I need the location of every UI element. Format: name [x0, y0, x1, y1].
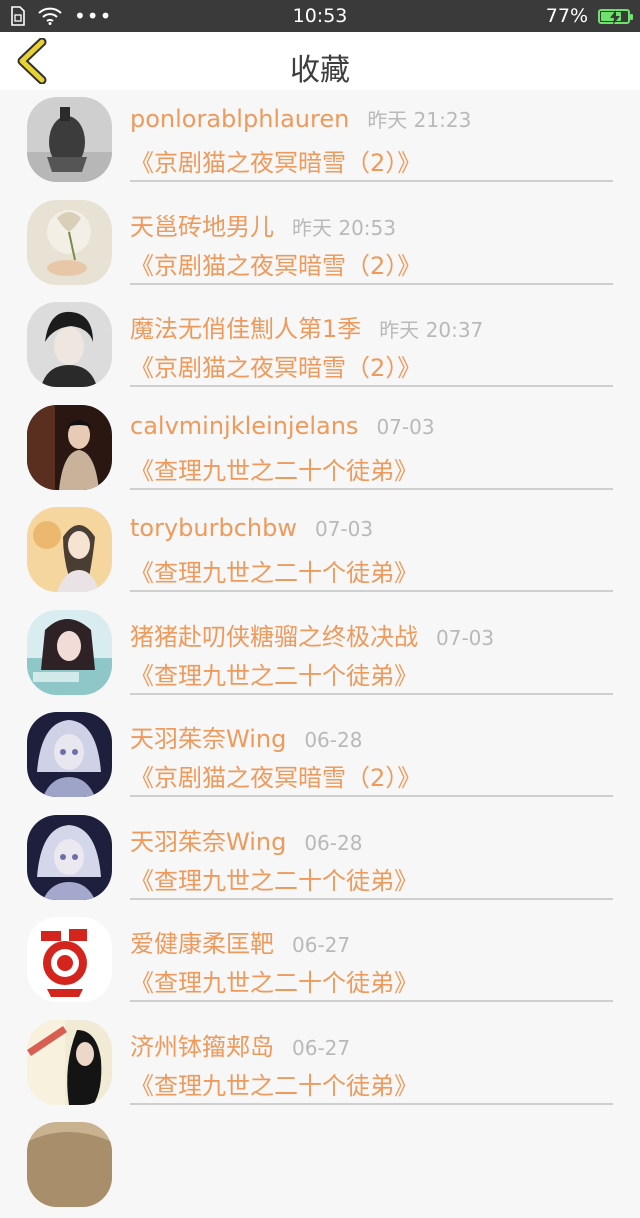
divider — [130, 590, 613, 592]
avatar[interactable] — [27, 609, 112, 695]
list-item[interactable]: 魔法无俏佳劁人第1季 昨天 20:37 《京剧猫之夜冥暗雪（2）》 — [0, 295, 640, 398]
avatar[interactable] — [27, 712, 112, 797]
user-name[interactable]: 天邕砖地男儿 — [130, 207, 274, 242]
avatar[interactable] — [27, 507, 112, 592]
avatar[interactable] — [27, 1019, 112, 1105]
status-time: 10:53 — [292, 5, 348, 27]
status-bar: ••• 10:53 77% — [0, 0, 640, 32]
list-item[interactable]: 天羽茱奈Wing 06-28 《查理九世之二十个徒弟》 — [0, 808, 640, 911]
user-name[interactable]: 魔法无俏佳劁人第1季 — [130, 309, 361, 344]
list-item[interactable]: ponlorablphlauren 昨天 21:23 《京剧猫之夜冥暗雪（2）》 — [0, 90, 640, 193]
timestamp: 07-03 — [376, 414, 435, 439]
user-name[interactable]: toryburbchbw — [130, 514, 297, 542]
item-meta: calvminjkleinjelans 07-03 — [130, 412, 435, 440]
divider — [130, 282, 613, 285]
work-title[interactable]: 《京剧猫之夜冥暗雪（2）》 — [130, 143, 421, 178]
item-meta: 天羽茱奈Wing 06-28 — [130, 822, 362, 857]
avatar[interactable] — [27, 97, 112, 182]
item-meta: 天羽茱奈Wing 06-28 — [130, 719, 362, 754]
divider — [130, 1000, 613, 1002]
timestamp: 07-03 — [436, 625, 495, 650]
user-name[interactable]: 天羽茱奈Wing — [130, 719, 286, 754]
list-item[interactable]: 天邕砖地男儿 昨天 20:53 《京剧猫之夜冥暗雪（2）》 — [0, 193, 640, 296]
list-item[interactable]: 天羽茱奈Wing 06-28 《京剧猫之夜冥暗雪（2）》 — [0, 705, 640, 808]
timestamp: 昨天 20:53 — [292, 215, 396, 240]
work-title[interactable]: 《查理九世之二十个徒弟》 — [130, 553, 418, 588]
user-name[interactable]: 天羽茱奈Wing — [130, 822, 286, 857]
timestamp: 06-27 — [292, 1035, 351, 1060]
list-item[interactable]: 济州钵籀郏岛 06-27 《查理九世之二十个徒弟》 — [0, 1013, 640, 1116]
work-title[interactable]: 《查理九世之二十个徒弟》 — [130, 656, 418, 691]
list-item[interactable]: 爱健康柔匡靶 06-27 《查理九世之二十个徒弟》 — [0, 910, 640, 1013]
work-title[interactable]: 《查理九世之二十个徒弟》 — [130, 451, 418, 486]
favorites-list: ponlorablphlauren 昨天 21:23 《京剧猫之夜冥暗雪（2）》… — [0, 90, 640, 1218]
work-title[interactable]: 《查理九世之二十个徒弟》 — [130, 963, 418, 998]
work-title[interactable]: 《查理九世之二十个徒弟》 — [130, 1066, 418, 1101]
work-title[interactable]: 《京剧猫之夜冥暗雪（2）》 — [130, 348, 421, 383]
item-meta: 天邕砖地男儿 昨天 20:53 — [130, 207, 396, 242]
divider — [130, 1102, 613, 1105]
user-name[interactable]: calvminjkleinjelans — [130, 412, 358, 440]
item-meta: 济州钵籀郏岛 06-27 — [130, 1027, 350, 1062]
item-meta: 爱健康柔匡靶 06-27 — [130, 924, 350, 959]
work-title[interactable]: 《京剧猫之夜冥暗雪（2）》 — [130, 758, 421, 793]
avatar[interactable] — [27, 1122, 112, 1207]
avatar[interactable] — [27, 917, 112, 1002]
battery-charging-icon — [598, 8, 633, 25]
user-name[interactable]: 济州钵籀郏岛 — [130, 1027, 274, 1062]
user-name[interactable]: 猪猪赴叨侠糖骝之终极决战 — [130, 617, 418, 652]
avatar[interactable] — [27, 404, 112, 490]
divider — [130, 180, 613, 182]
avatar[interactable] — [27, 199, 112, 285]
timestamp: 06-27 — [292, 933, 351, 957]
divider — [130, 692, 613, 695]
timestamp: 06-28 — [304, 830, 363, 855]
divider — [130, 487, 613, 490]
work-title[interactable]: 《查理九世之二十个徒弟》 — [130, 861, 418, 896]
item-meta: 魔法无俏佳劁人第1季 昨天 20:37 — [130, 309, 483, 344]
timestamp: 昨天 21:23 — [367, 108, 472, 132]
status-bar-right: 77% — [545, 5, 633, 27]
timestamp: 07-03 — [314, 517, 374, 541]
list-item[interactable] — [0, 1115, 640, 1218]
list-item[interactable]: calvminjkleinjelans 07-03 《查理九世之二十个徒弟》 — [0, 398, 640, 501]
work-title[interactable]: 《京剧猫之夜冥暗雪（2）》 — [130, 246, 421, 281]
divider — [130, 795, 613, 797]
user-name[interactable]: ponlorablphlauren — [130, 105, 349, 133]
list-item[interactable]: toryburbchbw 07-03 《查理九世之二十个徒弟》 — [0, 500, 640, 603]
item-meta: ponlorablphlauren 昨天 21:23 — [130, 104, 471, 133]
user-name[interactable]: 爱健康柔匡靶 — [130, 924, 274, 959]
divider — [130, 385, 613, 387]
avatar[interactable] — [27, 302, 112, 387]
divider — [130, 897, 613, 900]
timestamp: 昨天 20:37 — [379, 318, 484, 342]
battery-percentage: 77% — [545, 5, 588, 27]
item-meta: toryburbchbw 07-03 — [130, 514, 373, 542]
app-header: 收藏 — [0, 32, 640, 90]
page-title: 收藏 — [290, 53, 350, 88]
list-item[interactable]: 猪猪赴叨侠糖骝之终极决战 07-03 《查理九世之二十个徒弟》 — [0, 603, 640, 706]
avatar[interactable] — [27, 814, 112, 900]
item-meta: 猪猪赴叨侠糖骝之终极决战 07-03 — [130, 617, 494, 652]
timestamp: 06-28 — [304, 728, 363, 752]
